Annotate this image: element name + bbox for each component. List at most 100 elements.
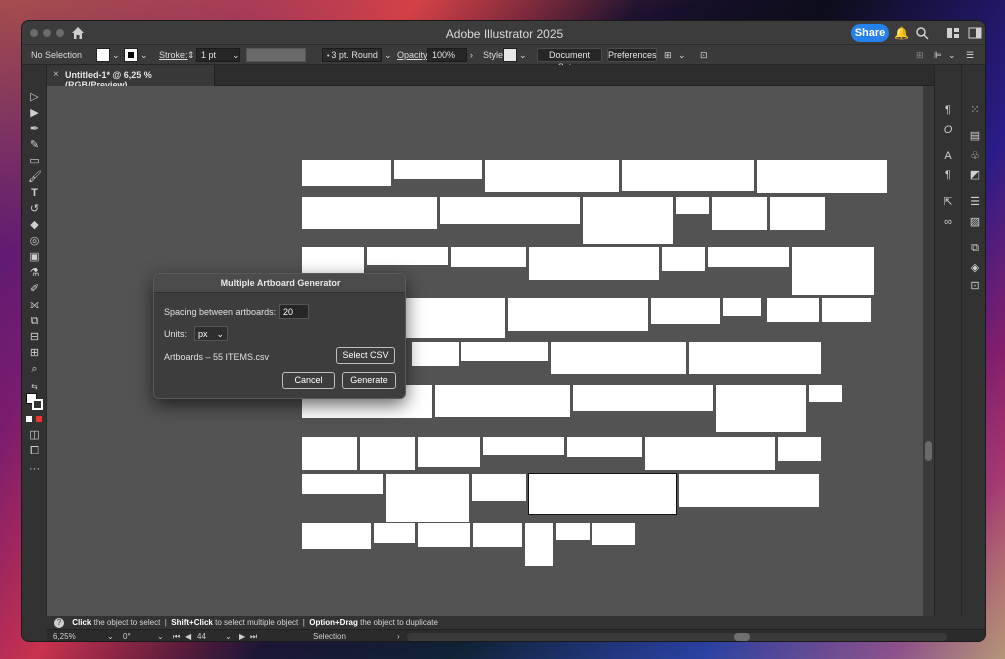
vertical-scrollbar[interactable] — [923, 86, 934, 616]
tab-untitled-1[interactable]: × Untitled-1* @ 6,25 % (RGB/Preview) — [47, 65, 215, 90]
properties-icon[interactable]: ⁙ — [968, 103, 982, 117]
artboard[interactable] — [767, 298, 819, 322]
artboard[interactable] — [778, 437, 821, 461]
paragraph-styles-icon[interactable]: ¶ — [941, 168, 955, 182]
chevron-down-icon[interactable]: ⌄ — [140, 48, 148, 62]
artboard[interactable] — [302, 474, 383, 494]
artboard[interactable] — [418, 523, 470, 547]
artboard[interactable] — [485, 160, 619, 192]
artboard[interactable] — [374, 523, 415, 543]
opacity-field[interactable]: 100% — [427, 48, 467, 62]
gradient-tool-icon[interactable]: ▣ — [28, 251, 41, 264]
artboard[interactable] — [645, 437, 775, 470]
artboard[interactable] — [412, 342, 459, 366]
align-icon[interactable]: ⊞ — [664, 48, 672, 62]
shape-builder-tool-icon[interactable]: ⧉ — [28, 315, 41, 328]
graphic-styles-icon[interactable]: ◩ — [968, 168, 982, 182]
transform-icon[interactable]: ⊞ — [916, 48, 924, 62]
rotate-tool-icon[interactable]: ↺ — [28, 203, 41, 216]
artboard[interactable] — [451, 247, 526, 267]
rectangle-tool-icon[interactable]: ▭ — [28, 155, 41, 168]
none-mode-icon[interactable] — [36, 416, 42, 422]
paintbrush-tool-icon[interactable]: 🖌 — [28, 171, 42, 184]
artboard[interactable] — [525, 523, 553, 566]
eyedropper-tool-icon[interactable]: ✐ — [28, 283, 41, 296]
artboard[interactable] — [394, 160, 482, 179]
rotation-value[interactable]: 0° — [123, 630, 131, 641]
artboard[interactable] — [508, 298, 648, 331]
artboard[interactable] — [676, 197, 709, 214]
eraser-tool-icon[interactable]: ◆ — [28, 219, 41, 232]
zoom-tool-icon[interactable]: ⌕ — [28, 363, 41, 376]
artboard[interactable] — [689, 342, 821, 374]
help-icon[interactable]: ? — [54, 618, 64, 628]
chevron-down-icon[interactable]: ⌄ — [107, 630, 114, 641]
opentype-icon[interactable]: O — [941, 123, 955, 137]
cancel-button[interactable]: Cancel — [282, 372, 335, 389]
select-csv-button[interactable]: Select CSV — [336, 347, 395, 364]
stroke-panel-icon[interactable]: ☰ — [968, 195, 982, 209]
artboard[interactable] — [367, 247, 448, 265]
artboard[interactable] — [712, 197, 767, 230]
artboard[interactable] — [473, 523, 522, 547]
artboard[interactable] — [708, 247, 789, 267]
chevron-down-icon[interactable]: ⌄ — [384, 48, 392, 62]
first-artboard-icon[interactable]: ⏮ — [173, 630, 180, 641]
artboard[interactable] — [302, 437, 357, 470]
close-tab-icon[interactable]: × — [53, 69, 59, 80]
arrange-documents-icon[interactable]: ⊫ — [934, 48, 942, 62]
artboard[interactable] — [583, 197, 673, 244]
artboard[interactable] — [461, 342, 548, 361]
artboard[interactable] — [386, 474, 469, 522]
artboard[interactable] — [662, 247, 705, 271]
pen-tool-icon[interactable]: ✒ — [28, 123, 41, 136]
previous-artboard-icon[interactable]: ◀ — [185, 630, 191, 641]
horizontal-scroll-thumb[interactable] — [734, 633, 750, 641]
menu-icon[interactable]: ☰ — [966, 48, 974, 62]
arrange-icon[interactable] — [946, 26, 960, 40]
variable-width-profile[interactable] — [246, 48, 306, 62]
artboard[interactable] — [360, 437, 415, 470]
swap-colors-icon[interactable]: ⇆ — [28, 380, 41, 393]
curvature-tool-icon[interactable]: ✎ — [28, 139, 41, 152]
artboard[interactable] — [757, 160, 887, 193]
layers-icon[interactable]: ◈ — [968, 261, 982, 275]
links-icon[interactable]: ∞ — [941, 215, 955, 229]
artboard[interactable] — [302, 160, 391, 186]
paragraph-icon[interactable]: ¶ — [941, 103, 955, 117]
mesh-tool-icon[interactable]: ⚗ — [28, 267, 41, 280]
bell-icon[interactable]: 🔔 — [894, 26, 909, 40]
chevron-right-icon[interactable]: › — [470, 48, 473, 62]
units-select[interactable]: px ⌄ — [194, 326, 228, 341]
artboard[interactable] — [302, 197, 437, 229]
stroke-stepper-icon[interactable]: ⇕ — [187, 48, 195, 62]
selection-tool-icon[interactable]: ▷ — [28, 91, 41, 104]
artboard[interactable] — [809, 385, 842, 402]
preferences-button[interactable]: Preferences — [607, 48, 657, 62]
chevron-down-icon[interactable]: ⌄ — [948, 48, 956, 62]
slice-tool-icon[interactable]: ⊞ — [28, 347, 41, 360]
spacing-input[interactable]: 20 — [279, 304, 309, 319]
more-tools-icon[interactable]: ··· — [28, 463, 41, 476]
chevron-down-icon[interactable]: ⌄ — [678, 48, 686, 62]
stroke-swatch[interactable] — [124, 48, 138, 62]
fill-swatch[interactable] — [96, 48, 110, 62]
export-icon[interactable]: ⇱ — [941, 195, 955, 209]
artboard[interactable] — [556, 523, 590, 540]
artboards-panel-icon[interactable]: ⧉ — [968, 241, 982, 255]
chevron-down-icon[interactable]: ⌄ — [225, 630, 232, 641]
chevron-down-icon[interactable]: ⌄ — [157, 630, 164, 641]
artboard[interactable] — [592, 523, 635, 545]
artboard-icon[interactable]: ⊡ — [700, 48, 708, 62]
artboard[interactable] — [822, 298, 871, 322]
artboard[interactable] — [651, 298, 720, 324]
artboard-tool-icon[interactable]: ⊟ — [28, 331, 41, 344]
artboard[interactable] — [302, 247, 364, 274]
artboard-number[interactable]: 44 — [197, 630, 206, 641]
artboard[interactable] — [622, 160, 754, 191]
share-button[interactable]: Share — [851, 24, 889, 42]
artboard[interactable] — [792, 247, 874, 295]
chevron-down-icon[interactable]: ⌄ — [112, 48, 120, 62]
panel-icon[interactable] — [968, 26, 982, 40]
color-mode-icon[interactable] — [26, 416, 32, 422]
